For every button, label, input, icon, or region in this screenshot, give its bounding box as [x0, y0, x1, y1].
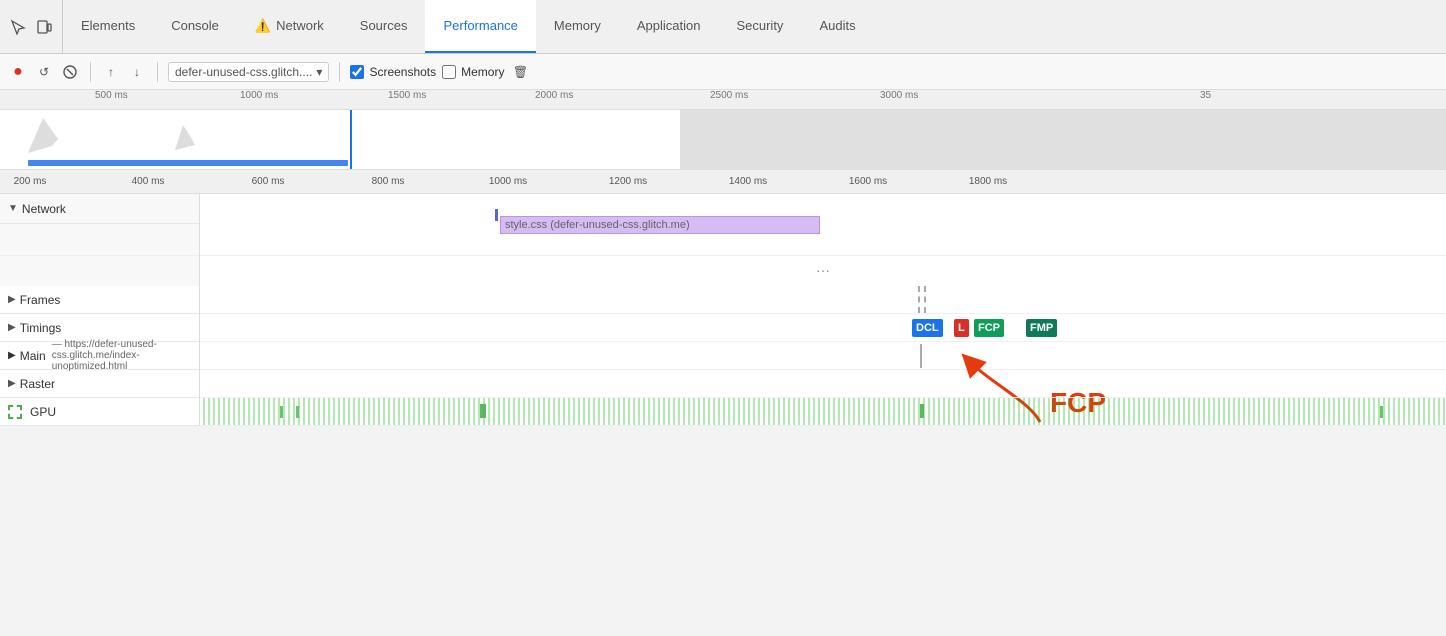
reload-button[interactable]: ↺	[34, 62, 54, 82]
main-track-label[interactable]: ▶ Main — https://defer-unused-css.glitch…	[0, 342, 199, 370]
tracks-left-panel: ▶ Frames ▶ Timings ▶ Main — https://defe…	[0, 286, 200, 426]
screenshots-checkbox-label[interactable]: Screenshots	[350, 65, 436, 79]
timings-collapse-icon: ▶	[8, 322, 16, 333]
tab-bar: Elements Console ⚠️ Network Sources Perf…	[0, 0, 1446, 54]
tab-memory[interactable]: Memory	[536, 0, 619, 53]
main-track-row: FCP	[200, 342, 1446, 370]
overview-tick-35: 35	[1200, 90, 1211, 101]
tracks-section: ▶ Frames ▶ Timings ▶ Main — https://defe…	[0, 286, 1446, 426]
raster-collapse-icon: ▶	[8, 378, 16, 389]
network-item-row	[0, 224, 199, 256]
upload-button[interactable]: ↑	[101, 62, 121, 82]
performance-toolbar: ● ↺ ↑ ↓ defer-unused-css.glitch.... ▾ Sc…	[0, 54, 1446, 90]
ruler-600: 600 ms	[252, 176, 285, 187]
ruler-1000: 1000 ms	[489, 176, 527, 187]
memory-checkbox-label[interactable]: Memory	[442, 65, 504, 79]
tracks-right-panel: DCL L FCP FMP	[200, 286, 1446, 426]
device-icon[interactable]	[34, 17, 54, 37]
overview-tick-3000: 3000 ms	[880, 90, 918, 101]
overview-tick-500: 500 ms	[95, 90, 128, 101]
overview-chart	[0, 110, 1446, 170]
tab-application[interactable]: Application	[619, 0, 719, 53]
network-collapse-icon: ▼	[8, 203, 18, 214]
divider-1	[90, 62, 91, 82]
frames-track-label[interactable]: ▶ Frames	[0, 286, 199, 314]
gpu-dashed-icon	[8, 405, 22, 419]
screenshots-checkbox[interactable]	[350, 65, 364, 79]
l-badge: L	[954, 319, 969, 337]
dcl-badge: DCL	[912, 319, 943, 337]
fmp-badge: FMP	[1026, 319, 1057, 337]
trash-button[interactable]: 🗑	[510, 62, 530, 82]
fcp-badge: FCP	[974, 319, 1004, 337]
memory-checkbox[interactable]	[442, 65, 456, 79]
main-play-icon: ▶	[8, 350, 16, 361]
warning-icon: ⚠️	[255, 18, 271, 34]
stop-button[interactable]	[60, 62, 80, 82]
tab-sources[interactable]: Sources	[342, 0, 426, 53]
cursor-icon[interactable]	[8, 17, 28, 37]
ruler-400: 400 ms	[132, 176, 165, 187]
ruler-200: 200 ms	[14, 176, 47, 187]
ruler-1400: 1400 ms	[729, 176, 767, 187]
download-button[interactable]: ↓	[127, 62, 147, 82]
frames-collapse-icon: ▶	[8, 294, 16, 305]
profile-selector[interactable]: defer-unused-css.glitch.... ▾	[168, 62, 329, 82]
timeline-overview: 500 ms 1000 ms 1500 ms 2000 ms 2500 ms 3…	[0, 90, 1446, 170]
divider-2	[157, 62, 158, 82]
raster-track-row	[200, 370, 1446, 398]
dropdown-arrow-icon: ▾	[316, 65, 322, 79]
css-resource-bar[interactable]: style.css (defer-unused-css.glitch.me)	[500, 216, 820, 234]
tab-security[interactable]: Security	[718, 0, 801, 53]
ruler-1800: 1800 ms	[969, 176, 1007, 187]
network-timeline-panel: style.css (defer-unused-css.glitch.me) ·…	[200, 194, 1446, 286]
gpu-track-label[interactable]: GPU	[0, 398, 199, 426]
tab-elements[interactable]: Elements	[63, 0, 153, 53]
devtools-icons	[0, 0, 63, 53]
tab-performance[interactable]: Performance	[425, 0, 535, 53]
more-dots: ···	[816, 262, 830, 278]
overview-tick-1500: 1500 ms	[388, 90, 426, 101]
ruler-1600: 1600 ms	[849, 176, 887, 187]
record-button[interactable]: ●	[8, 62, 28, 82]
network-section-header[interactable]: ▼ Network	[0, 194, 199, 224]
divider-3	[339, 62, 340, 82]
frames-track-row	[200, 286, 1446, 314]
overview-tick-2000: 2000 ms	[535, 90, 573, 101]
raster-track-label[interactable]: ▶ Raster	[0, 370, 199, 398]
overview-tick-2500: 2500 ms	[710, 90, 748, 101]
tracks-row: ▶ Frames ▶ Timings ▶ Main — https://defe…	[0, 286, 1446, 426]
ruler-800: 800 ms	[372, 176, 405, 187]
overview-tick-1000: 1000 ms	[240, 90, 278, 101]
gpu-track-row	[200, 398, 1446, 426]
timings-track-row: DCL L FCP FMP	[200, 314, 1446, 342]
left-label-panel: ▼ Network	[0, 194, 200, 286]
timings-track-label[interactable]: ▶ Timings	[0, 314, 199, 342]
tab-audits[interactable]: Audits	[801, 0, 873, 53]
ruler-1200: 1200 ms	[609, 176, 647, 187]
timeline-ruler: 200 ms 400 ms 600 ms 800 ms 1000 ms 1200…	[0, 170, 1446, 194]
tab-network[interactable]: ⚠️ Network	[237, 0, 342, 53]
tab-console[interactable]: Console	[153, 0, 237, 53]
